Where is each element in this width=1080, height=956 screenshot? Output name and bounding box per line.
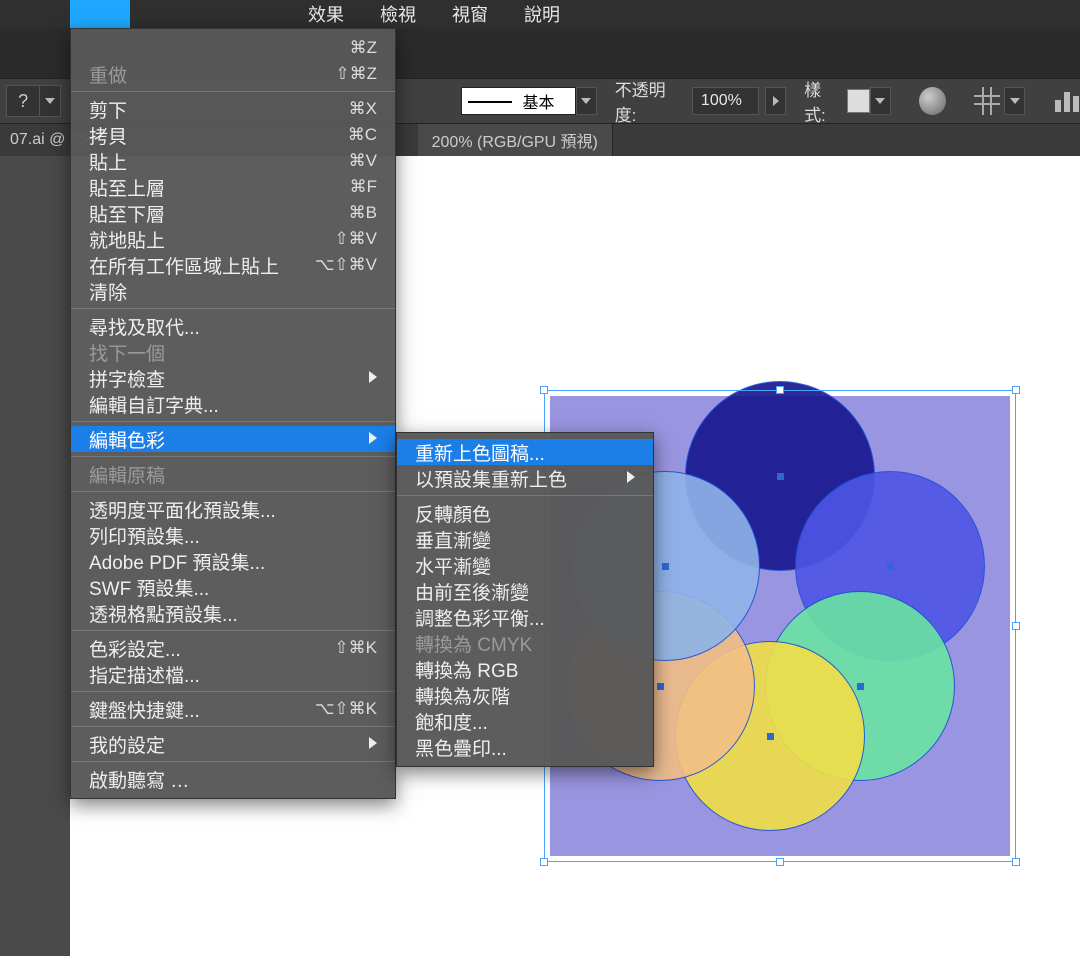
submenu-arrow-icon [627, 467, 635, 489]
submenu-item-overprint-black[interactable]: 黑色疊印... [397, 734, 653, 760]
menu-item-swf-presets[interactable]: SWF 預設集... [71, 574, 395, 600]
submenu-item-to-cmyk: 轉換為 CMYK [397, 630, 653, 656]
stroke-style-caret[interactable] [576, 87, 597, 115]
menu-window[interactable]: 視窗 [452, 1, 488, 27]
menu-item-undo[interactable]: ⌘Z [71, 35, 395, 61]
help-dropdown[interactable] [40, 85, 61, 117]
menu-item-start-dictation[interactable]: 啟動聽寫 … [71, 766, 395, 792]
chevron-down-icon [581, 98, 591, 104]
menu-item-find-next: 找下一個 [71, 339, 395, 365]
chevron-down-icon [875, 98, 885, 104]
menu-item-color-settings[interactable]: 色彩設定...⇧⌘K [71, 635, 395, 661]
submenu-item-saturate[interactable]: 飽和度... [397, 708, 653, 734]
edit-colors-submenu: 重新上色圖稿... 以預設集重新上色 反轉顏色 垂直漸變 水平漸變 由前至後漸變… [396, 432, 654, 767]
menu-item-perspective-presets[interactable]: 透視格點預設集... [71, 600, 395, 626]
submenu-item-blend-horizontal[interactable]: 水平漸變 [397, 552, 653, 578]
style-label: 樣式: [804, 76, 841, 126]
selection-handle[interactable] [776, 386, 784, 394]
edit-menu: ⌘Z 重做⇧⌘Z 剪下⌘X 拷貝⌘C 貼上⌘V 貼至上層⌘F 貼至下層⌘B 就地… [70, 28, 396, 799]
opacity-label: 不透明度: [615, 76, 684, 126]
document-setup-icon[interactable] [919, 87, 946, 115]
selection-handle[interactable] [1012, 858, 1020, 866]
chevron-right-icon [773, 96, 779, 106]
menu-help[interactable]: 說明 [524, 1, 560, 27]
menu-item-copy[interactable]: 拷貝⌘C [71, 122, 395, 148]
menu-item-edit-colors[interactable]: 編輯色彩 [71, 426, 395, 452]
submenu-item-blend-front-back[interactable]: 由前至後漸變 [397, 578, 653, 604]
menu-view[interactable]: 檢視 [380, 1, 416, 27]
chevron-down-icon [1010, 98, 1020, 104]
align-panel-icon[interactable] [1055, 90, 1080, 112]
graphic-style-swatch[interactable] [847, 89, 870, 113]
selection-handle[interactable] [1012, 622, 1020, 630]
submenu-item-recolor-artwork[interactable]: 重新上色圖稿... [397, 439, 653, 465]
selection-handle[interactable] [540, 858, 548, 866]
submenu-item-to-grayscale[interactable]: 轉換為灰階 [397, 682, 653, 708]
align-grid-icon[interactable] [974, 87, 1001, 115]
stroke-style-label: 基本 [522, 89, 554, 113]
menu-item-custom-dictionary[interactable]: 編輯自訂字典... [71, 391, 395, 417]
app-menubar: 效果 檢視 視窗 說明 [0, 0, 1080, 28]
submenu-arrow-icon [369, 733, 377, 755]
selection-handle[interactable] [540, 386, 548, 394]
submenu-item-recolor-preset[interactable]: 以預設集重新上色 [397, 465, 653, 491]
menu-item-print-presets[interactable]: 列印預設集... [71, 522, 395, 548]
menu-item-my-settings[interactable]: 我的設定 [71, 731, 395, 757]
document-tab-active[interactable]: 200% (RGB/GPU 預視) [418, 124, 613, 156]
align-grid-caret[interactable] [1004, 87, 1025, 115]
menu-item-flatten-presets[interactable]: 透明度平面化預設集... [71, 496, 395, 522]
menu-item-redo: 重做⇧⌘Z [71, 61, 395, 87]
chevron-down-icon [45, 98, 55, 104]
selection-handle[interactable] [776, 858, 784, 866]
menu-item-find-replace[interactable]: 尋找及取代... [71, 313, 395, 339]
submenu-item-invert[interactable]: 反轉顏色 [397, 500, 653, 526]
submenu-item-to-rgb[interactable]: 轉換為 RGB [397, 656, 653, 682]
menu-item-cut[interactable]: 剪下⌘X [71, 96, 395, 122]
stroke-style-dropdown[interactable]: 基本 [461, 87, 575, 115]
submenu-arrow-icon [369, 367, 377, 389]
menu-item-paste-back[interactable]: 貼至下層⌘B [71, 200, 395, 226]
menu-item-assign-profile[interactable]: 指定描述檔... [71, 661, 395, 687]
menu-item-edit-original: 編輯原稿 [71, 461, 395, 487]
submenu-item-adjust-balance[interactable]: 調整色彩平衡... [397, 604, 653, 630]
opacity-step[interactable] [765, 87, 786, 115]
menu-item-spell-check[interactable]: 拼字檢查 [71, 365, 395, 391]
submenu-item-blend-vertical[interactable]: 垂直漸變 [397, 526, 653, 552]
help-button[interactable]: ? [6, 85, 40, 117]
graphic-style-caret[interactable] [870, 87, 891, 115]
opacity-field[interactable]: 100% [692, 87, 759, 115]
menu-item-paste-front[interactable]: 貼至上層⌘F [71, 174, 395, 200]
menu-item-paste[interactable]: 貼上⌘V [71, 148, 395, 174]
menu-item-paste-in-place[interactable]: 就地貼上⇧⌘V [71, 226, 395, 252]
menu-item-keyboard-shortcuts[interactable]: 鍵盤快捷鍵...⌥⇧⌘K [71, 696, 395, 722]
menu-item-pdf-presets[interactable]: Adobe PDF 預設集... [71, 548, 395, 574]
menu-item-clear[interactable]: 清除 [71, 278, 395, 304]
menu-edit-active[interactable] [70, 0, 130, 28]
menu-item-paste-all-artboards[interactable]: 在所有工作區域上貼上⌥⇧⌘V [71, 252, 395, 278]
selection-handle[interactable] [1012, 386, 1020, 394]
submenu-arrow-icon [369, 428, 377, 450]
menu-effect[interactable]: 效果 [308, 1, 344, 27]
